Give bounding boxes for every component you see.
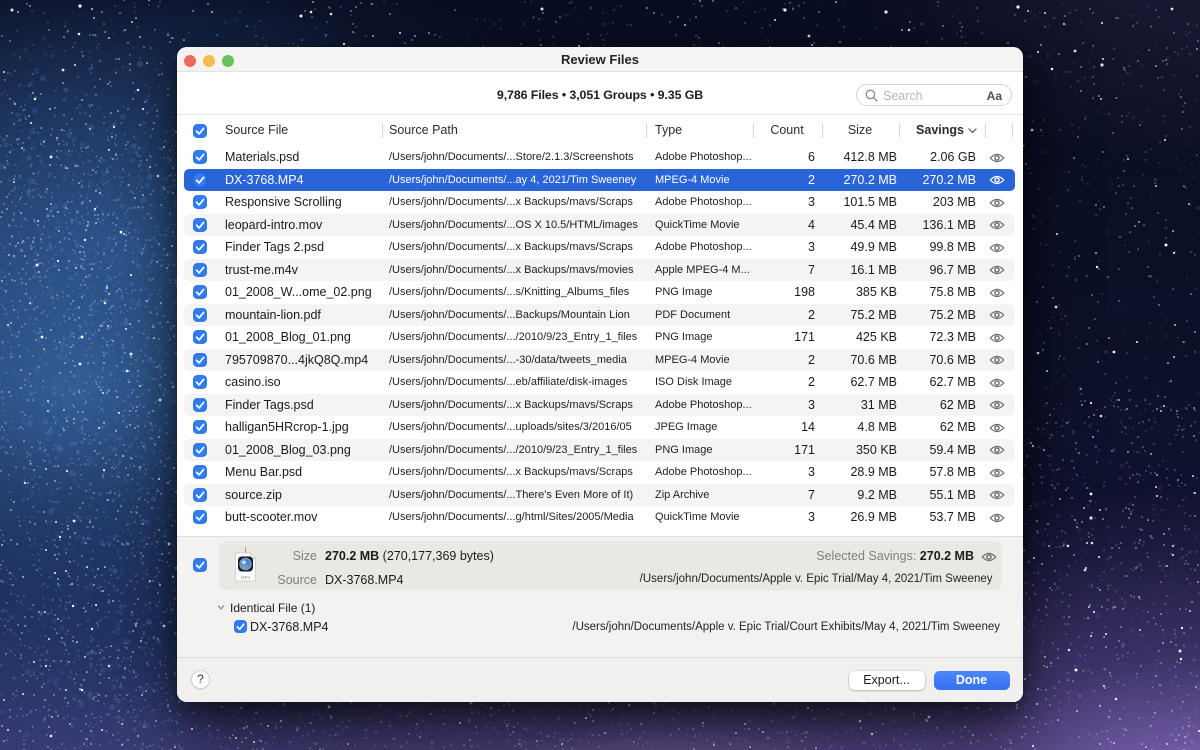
svg-text:MP4: MP4 [240, 575, 250, 580]
